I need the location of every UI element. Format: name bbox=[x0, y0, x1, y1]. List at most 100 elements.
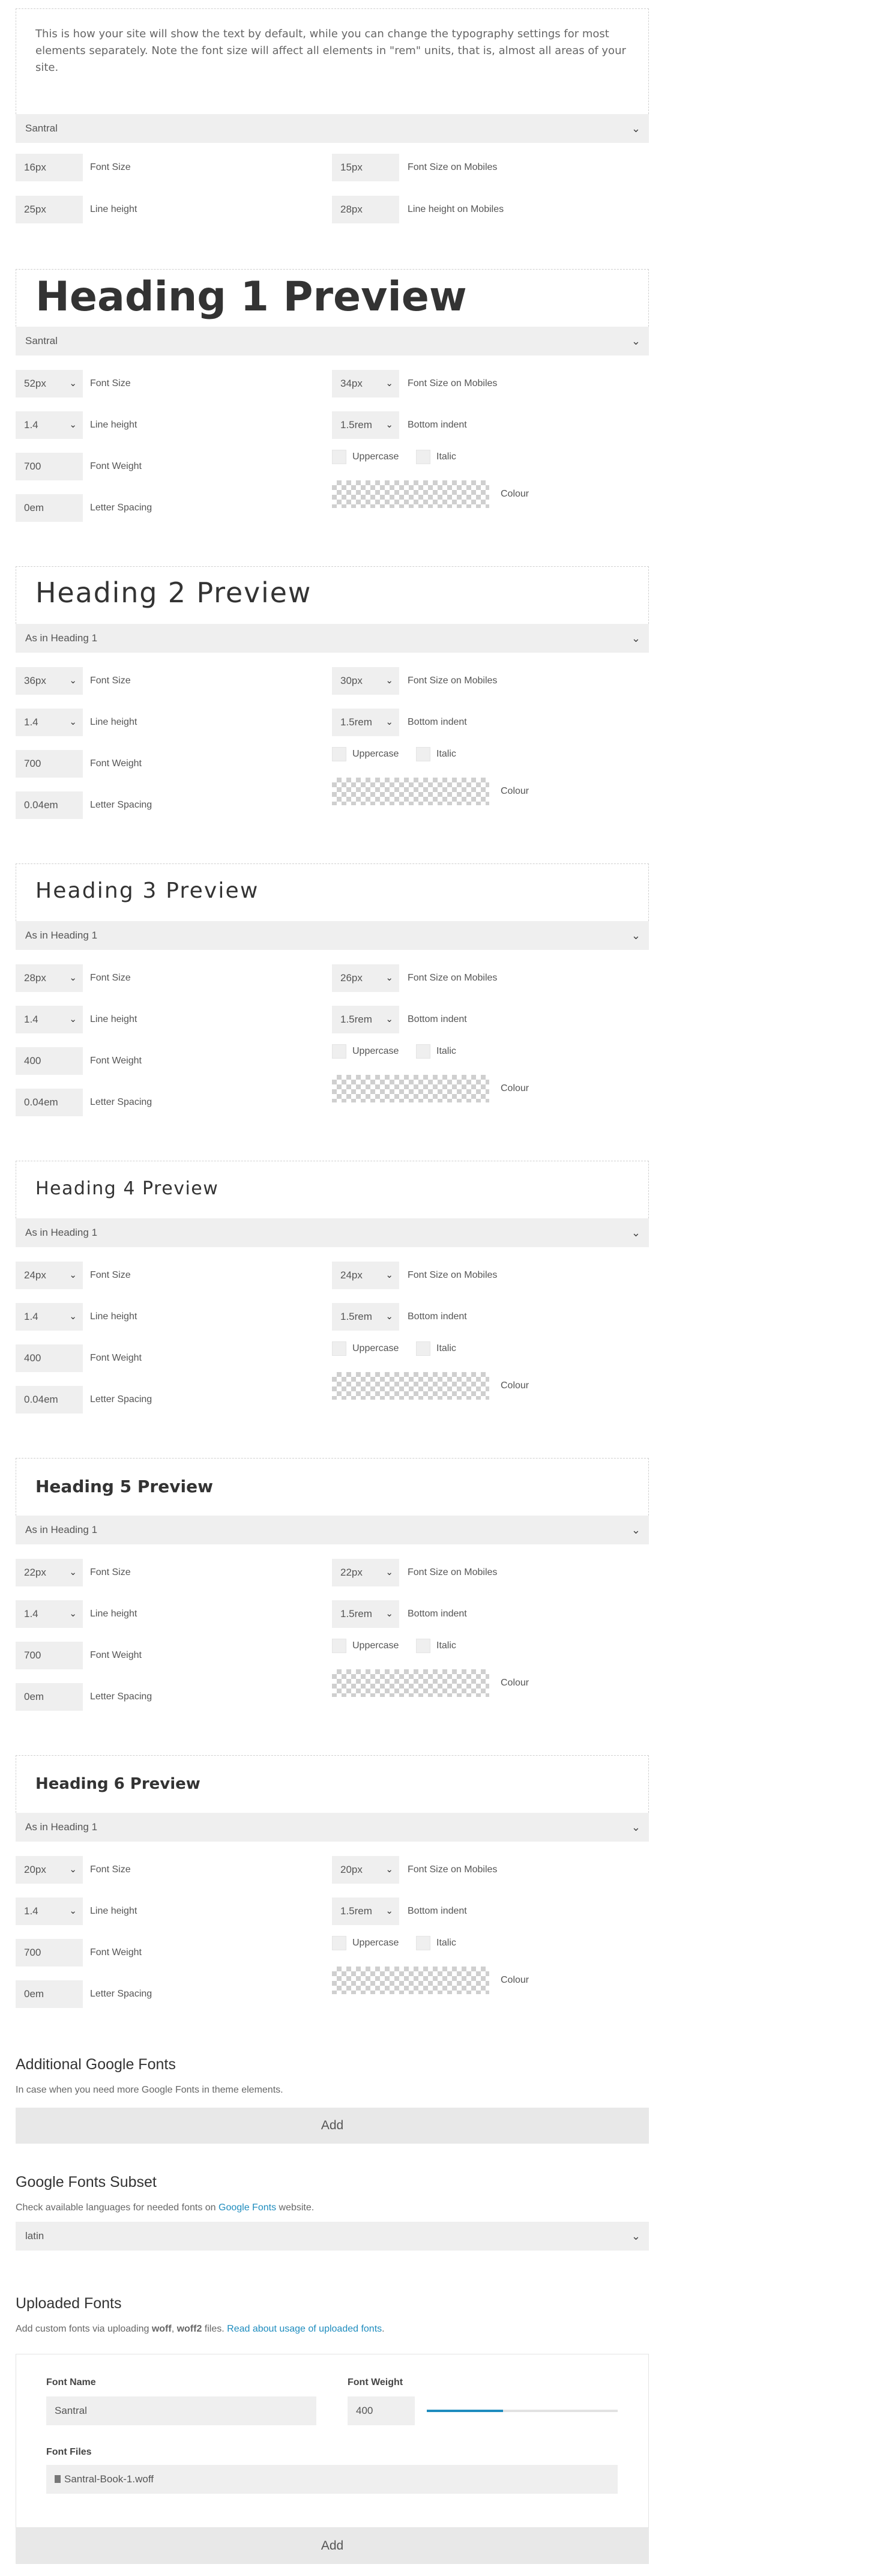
uploaded-fonts-title: Uploaded Fonts bbox=[16, 2295, 122, 2312]
font-name-input[interactable]: Santral bbox=[46, 2396, 316, 2425]
h2-colour-picker[interactable] bbox=[332, 778, 489, 805]
h1-italic-checkbox[interactable] bbox=[416, 450, 430, 464]
h3-font-select[interactable]: As in Heading 1 ⌄ bbox=[16, 921, 649, 950]
h2-font-select[interactable]: As in Heading 1 ⌄ bbox=[16, 624, 649, 653]
body-line-height-mobile-input[interactable]: 28px bbox=[332, 196, 399, 223]
h5-colour-picker[interactable] bbox=[332, 1669, 489, 1697]
h2-bottom-indent-select[interactable]: 1.5rem ⌄ bbox=[332, 709, 399, 736]
h6-italic-label: Italic bbox=[436, 1938, 456, 1948]
h6-font-select[interactable]: As in Heading 1 ⌄ bbox=[16, 1813, 649, 1842]
body-font-select[interactable]: Santral ⌄ bbox=[16, 114, 649, 143]
h3-italic-label: Italic bbox=[436, 1046, 456, 1056]
h6-font-size-select[interactable]: 20px ⌄ bbox=[16, 1856, 83, 1884]
h5-font-size-mobile-select[interactable]: 22px ⌄ bbox=[332, 1559, 399, 1586]
h5-preview-text: Heading 5 Preview bbox=[35, 1477, 213, 1496]
h2-italic-checkbox[interactable] bbox=[416, 747, 430, 761]
h1-font-weight-input[interactable]: 700 bbox=[16, 453, 83, 480]
h6-colour-picker[interactable] bbox=[332, 1967, 489, 1994]
h3-font-size-mobile-value: 26px bbox=[340, 972, 363, 984]
h4-uppercase-label: Uppercase bbox=[352, 1343, 399, 1353]
h2-uppercase-checkbox[interactable] bbox=[332, 747, 346, 761]
h2-uppercase-label: Uppercase bbox=[352, 749, 399, 759]
h6-font-weight-input[interactable]: 700 bbox=[16, 1939, 83, 1967]
h1-line-height-select[interactable]: 1.4 ⌄ bbox=[16, 411, 83, 439]
h6-line-height-select[interactable]: 1.4 ⌄ bbox=[16, 1897, 83, 1925]
h4-font-size-select[interactable]: 24px ⌄ bbox=[16, 1262, 83, 1289]
h1-letter-spacing-input[interactable]: 0em bbox=[16, 494, 83, 522]
h4-font-size-mobile-select[interactable]: 24px ⌄ bbox=[332, 1262, 399, 1289]
h5-font-size-select[interactable]: 22px ⌄ bbox=[16, 1559, 83, 1586]
h2-font-size-value: 36px bbox=[24, 675, 46, 686]
h6-italic-checkbox[interactable] bbox=[416, 1936, 430, 1950]
h3-bottom-indent-select[interactable]: 1.5rem ⌄ bbox=[332, 1006, 399, 1033]
uploaded-fonts-usage-link[interactable]: Read about usage of uploaded fonts bbox=[227, 2324, 382, 2334]
chevron-down-icon: ⌄ bbox=[69, 420, 77, 430]
h3-line-height-label: Line height bbox=[90, 1014, 137, 1024]
h1-uppercase-checkbox[interactable] bbox=[332, 450, 346, 464]
h4-line-height-value: 1.4 bbox=[24, 1311, 38, 1322]
h4-italic-label: Italic bbox=[436, 1343, 456, 1353]
h4-colour-picker[interactable] bbox=[332, 1372, 489, 1400]
h4-font-select[interactable]: As in Heading 1 ⌄ bbox=[16, 1218, 649, 1247]
h2-line-height-select[interactable]: 1.4 ⌄ bbox=[16, 709, 83, 736]
google-fonts-link[interactable]: Google Fonts bbox=[218, 2203, 276, 2213]
font-weight-slider[interactable] bbox=[427, 2410, 618, 2412]
h1-colour-picker[interactable] bbox=[332, 480, 489, 508]
h3-font-weight-input[interactable]: 400 bbox=[16, 1047, 83, 1075]
h5-uppercase-checkbox[interactable] bbox=[332, 1639, 346, 1653]
h1-font-select[interactable]: Santral ⌄ bbox=[16, 327, 649, 355]
h5-font-size-mobile-value: 22px bbox=[340, 1567, 363, 1578]
h3-colour-picker[interactable] bbox=[332, 1075, 489, 1102]
h4-uppercase-checkbox[interactable] bbox=[332, 1341, 346, 1356]
h6-letter-spacing-input[interactable]: 0em bbox=[16, 1980, 83, 2008]
h5-bottom-indent-select[interactable]: 1.5rem ⌄ bbox=[332, 1600, 399, 1628]
h5-letter-spacing-input[interactable]: 0em bbox=[16, 1683, 83, 1711]
font-weight-input[interactable]: 400 bbox=[348, 2396, 415, 2425]
h1-preview-box: Heading 1 Preview bbox=[16, 269, 649, 327]
body-font-size-mobile-label: Font Size on Mobiles bbox=[408, 162, 498, 172]
h4-letter-spacing-input[interactable]: 0.04em bbox=[16, 1386, 83, 1413]
h3-uppercase-checkbox[interactable] bbox=[332, 1044, 346, 1059]
h5-uppercase-label: Uppercase bbox=[352, 1640, 399, 1651]
h6-bottom-indent-select[interactable]: 1.5rem ⌄ bbox=[332, 1897, 399, 1925]
h2-font-weight-input[interactable]: 700 bbox=[16, 750, 83, 778]
google-fonts-desc: In case when you need more Google Fonts … bbox=[16, 2085, 283, 2095]
h4-line-height-select[interactable]: 1.4 ⌄ bbox=[16, 1303, 83, 1331]
h1-line-height-value: 1.4 bbox=[24, 419, 38, 431]
h5-font-weight-input[interactable]: 700 bbox=[16, 1642, 83, 1669]
font-file-item[interactable]: Santral-Book-1.woff bbox=[46, 2465, 618, 2494]
h4-font-weight-input[interactable]: 400 bbox=[16, 1344, 83, 1372]
add-uploaded-font-button[interactable]: Add bbox=[16, 2528, 649, 2564]
h2-font-size-mobile-select[interactable]: 30px ⌄ bbox=[332, 667, 399, 695]
h3-line-height-select[interactable]: 1.4 ⌄ bbox=[16, 1006, 83, 1033]
h1-bottom-indent-select[interactable]: 1.5rem ⌄ bbox=[332, 411, 399, 439]
h3-font-size-mobile-select[interactable]: 26px ⌄ bbox=[332, 964, 399, 992]
h4-colour-label: Colour bbox=[501, 1380, 529, 1391]
h3-letter-spacing-input[interactable]: 0.04em bbox=[16, 1089, 83, 1116]
h4-italic-checkbox[interactable] bbox=[416, 1341, 430, 1356]
body-font-size-mobile-input[interactable]: 15px bbox=[332, 154, 399, 181]
chevron-down-icon: ⌄ bbox=[69, 1864, 77, 1875]
h6-uppercase-checkbox[interactable] bbox=[332, 1936, 346, 1950]
h4-font-size-label: Font Size bbox=[90, 1270, 131, 1280]
h3-italic-checkbox[interactable] bbox=[416, 1044, 430, 1059]
h6-font-size-mobile-select[interactable]: 20px ⌄ bbox=[332, 1856, 399, 1884]
h5-preview-box: Heading 5 Preview bbox=[16, 1458, 649, 1516]
h1-letter-spacing-label: Letter Spacing bbox=[90, 503, 152, 513]
h1-font-size-select[interactable]: 52px ⌄ bbox=[16, 370, 83, 398]
h1-font-size-mobile-select[interactable]: 34px ⌄ bbox=[332, 370, 399, 398]
h2-bottom-indent-label: Bottom indent bbox=[408, 717, 467, 727]
h3-bottom-indent-label: Bottom indent bbox=[408, 1014, 467, 1024]
h3-font-size-select[interactable]: 28px ⌄ bbox=[16, 964, 83, 992]
chevron-down-icon: ⌄ bbox=[631, 1524, 640, 1536]
h4-bottom-indent-select[interactable]: 1.5rem ⌄ bbox=[332, 1303, 399, 1331]
h5-italic-checkbox[interactable] bbox=[416, 1639, 430, 1653]
add-google-font-button[interactable]: Add bbox=[16, 2108, 649, 2144]
h2-font-size-select[interactable]: 36px ⌄ bbox=[16, 667, 83, 695]
body-line-height-input[interactable]: 25px bbox=[16, 196, 83, 223]
h5-line-height-select[interactable]: 1.4 ⌄ bbox=[16, 1600, 83, 1628]
h5-font-select[interactable]: As in Heading 1 ⌄ bbox=[16, 1516, 649, 1544]
subset-select[interactable]: latin ⌄ bbox=[16, 2222, 649, 2251]
body-font-size-input[interactable]: 16px bbox=[16, 154, 83, 181]
h2-letter-spacing-input[interactable]: 0.04em bbox=[16, 791, 83, 819]
